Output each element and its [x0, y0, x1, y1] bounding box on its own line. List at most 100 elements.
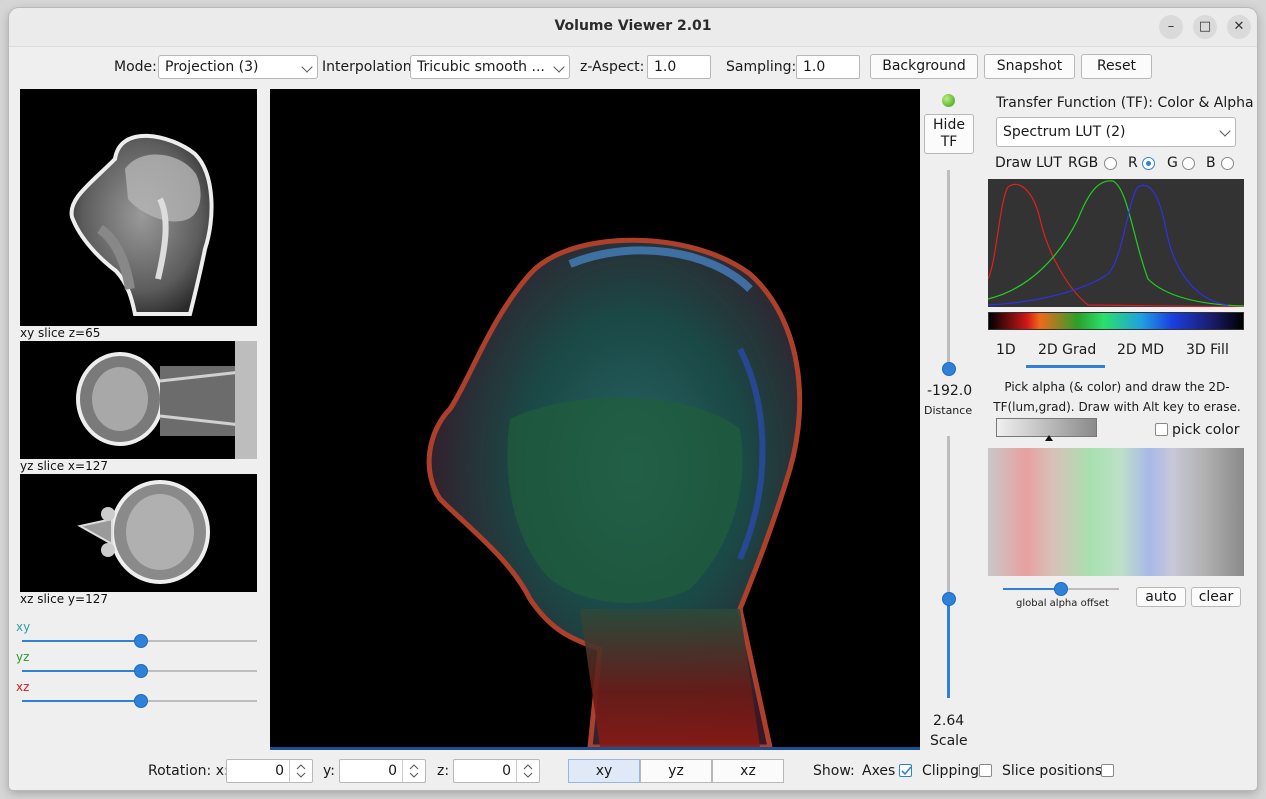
interpolation-label: Interpolation: [322, 59, 417, 75]
xz-slider-fill [22, 700, 140, 702]
slice-positions-label: Slice positions [1002, 763, 1103, 779]
tf-title: Transfer Function (TF): Color & Alpha [996, 95, 1254, 111]
status-indicator-icon [942, 94, 955, 107]
snapshot-button[interactable]: Snapshot [984, 54, 1075, 79]
mode-select-value: Projection (3) [165, 59, 259, 75]
chevron-down-icon [301, 61, 313, 73]
pick-color-label: pick color [1172, 422, 1240, 438]
yz-slider-fill [22, 670, 140, 672]
background-button[interactable]: Background [870, 54, 978, 79]
scale-slider-knob[interactable] [942, 592, 956, 606]
lut-colorbar [988, 312, 1244, 330]
minimize-button[interactable]: – [1159, 15, 1183, 39]
maximize-button[interactable]: □ [1193, 15, 1217, 39]
xz-slider-knob[interactable] [134, 694, 148, 708]
volume-render-image [426, 237, 803, 747]
chevron-down-icon [1219, 125, 1231, 137]
coronal-mri-image [76, 341, 257, 459]
pick-color-checkbox[interactable] [1155, 423, 1168, 436]
yz-slider-label: yz [16, 650, 30, 664]
mode-select[interactable]: Projection (3) [158, 55, 318, 79]
sampling-field[interactable]: 1.0 [796, 55, 860, 79]
view-xz-button[interactable]: xz [712, 759, 784, 783]
alpha-offset-label: global alpha offset [1016, 598, 1109, 609]
sampling-label: Sampling: [726, 59, 797, 75]
rotation-y-value: 0 [388, 763, 397, 779]
rotation-z-label: z: [437, 763, 450, 779]
spinner-arrows-icon[interactable] [289, 760, 312, 782]
xy-slice-caption: xy slice z=65 [20, 326, 101, 340]
draw-lut-label: Draw LUT [995, 155, 1062, 171]
tf-2d-canvas[interactable] [988, 448, 1244, 576]
axes-label: Axes [862, 763, 896, 779]
distance-label: Distance [924, 404, 973, 417]
g-radio[interactable] [1182, 157, 1195, 170]
distance-slider-track[interactable] [947, 170, 950, 370]
xy-slice-view[interactable] [20, 89, 257, 326]
scale-slider-fill [947, 598, 950, 698]
scale-label: Scale [930, 733, 968, 749]
yz-slice-caption: yz slice x=127 [20, 459, 108, 473]
xz-slice-view[interactable] [20, 474, 257, 592]
close-button[interactable]: ✕ [1227, 15, 1251, 39]
chevron-down-icon [553, 61, 565, 73]
sagittal-mri-image [69, 133, 214, 316]
spinner-arrows-icon[interactable] [516, 760, 539, 782]
volume-render-view[interactable] [270, 89, 920, 750]
tab-2d-md[interactable]: 2D MD [1117, 342, 1164, 358]
z-aspect-label: z-Aspect: [580, 59, 645, 75]
spinner-arrows-icon[interactable] [402, 760, 425, 782]
rotation-x-value: 0 [275, 763, 284, 779]
yz-slice-view[interactable] [20, 341, 257, 459]
lut-curves [987, 180, 1245, 308]
tf-instructions: Pick alpha (& color) and draw the 2D-TF(… [993, 380, 1241, 414]
mode-label: Mode: [114, 59, 157, 75]
view-yz-button[interactable]: yz [640, 759, 712, 783]
xz-slider-label: xz [16, 680, 30, 694]
hide-tf-button[interactable]: Hide TF [924, 114, 974, 154]
tf-tabs: 1D 2D Grad 2D MD 3D Fill [988, 342, 1244, 368]
tab-1d[interactable]: 1D [996, 342, 1016, 358]
distance-value: -192.0 [927, 383, 973, 399]
tab-2d-grad[interactable]: 2D Grad [1038, 342, 1096, 358]
r-label: R [1128, 155, 1138, 171]
slice-positions-checkbox[interactable] [1101, 764, 1114, 777]
view-xy-button[interactable]: xy [568, 759, 640, 783]
clipping-checkbox[interactable] [979, 764, 992, 777]
axes-checkbox[interactable] [899, 764, 912, 777]
interpolation-select[interactable]: Tricubic smooth ... [410, 55, 570, 79]
lut-curve-editor[interactable] [987, 179, 1245, 308]
distance-slider-knob[interactable] [942, 362, 956, 376]
lut-select-value: Spectrum LUT (2) [1003, 124, 1126, 140]
clear-button[interactable]: clear [1191, 587, 1241, 607]
tab-3d-fill[interactable]: 3D Fill [1186, 342, 1229, 358]
z-aspect-field[interactable]: 1.0 [647, 55, 711, 79]
rotation-x-label: Rotation: x: [148, 763, 229, 779]
reset-button[interactable]: Reset [1081, 54, 1152, 79]
rgb-label: RGB [1068, 155, 1099, 171]
checkmark-icon [901, 766, 912, 776]
alpha-offset-slider-fill [1003, 588, 1061, 590]
xy-slider-knob[interactable] [134, 634, 148, 648]
rotation-y-label: y: [323, 763, 335, 779]
r-radio[interactable] [1142, 157, 1155, 170]
scale-value: 2.64 [933, 713, 965, 729]
auto-button[interactable]: auto [1136, 587, 1186, 607]
rotation-y-spinner[interactable]: 0 [339, 759, 426, 783]
show-label: Show: [813, 763, 855, 779]
yz-slider-knob[interactable] [134, 664, 148, 678]
xz-slice-caption: xz slice y=127 [20, 592, 108, 606]
g-label: G [1167, 155, 1178, 171]
axial-mri-image [77, 480, 210, 584]
rgb-radio[interactable] [1104, 157, 1117, 170]
rotation-z-spinner[interactable]: 0 [453, 759, 540, 783]
xy-slider-label: xy [16, 620, 31, 634]
alpha-offset-slider-knob[interactable] [1054, 582, 1068, 596]
window-title: Volume Viewer 2.01 [554, 18, 712, 34]
alpha-pointer-icon [1045, 435, 1053, 441]
interpolation-select-value: Tricubic smooth ... [417, 59, 545, 75]
b-radio[interactable] [1221, 157, 1234, 170]
lut-select[interactable]: Spectrum LUT (2) [996, 117, 1236, 147]
rotation-x-spinner[interactable]: 0 [226, 759, 313, 783]
title-bar: Volume Viewer 2.01 – □ ✕ [9, 8, 1257, 47]
